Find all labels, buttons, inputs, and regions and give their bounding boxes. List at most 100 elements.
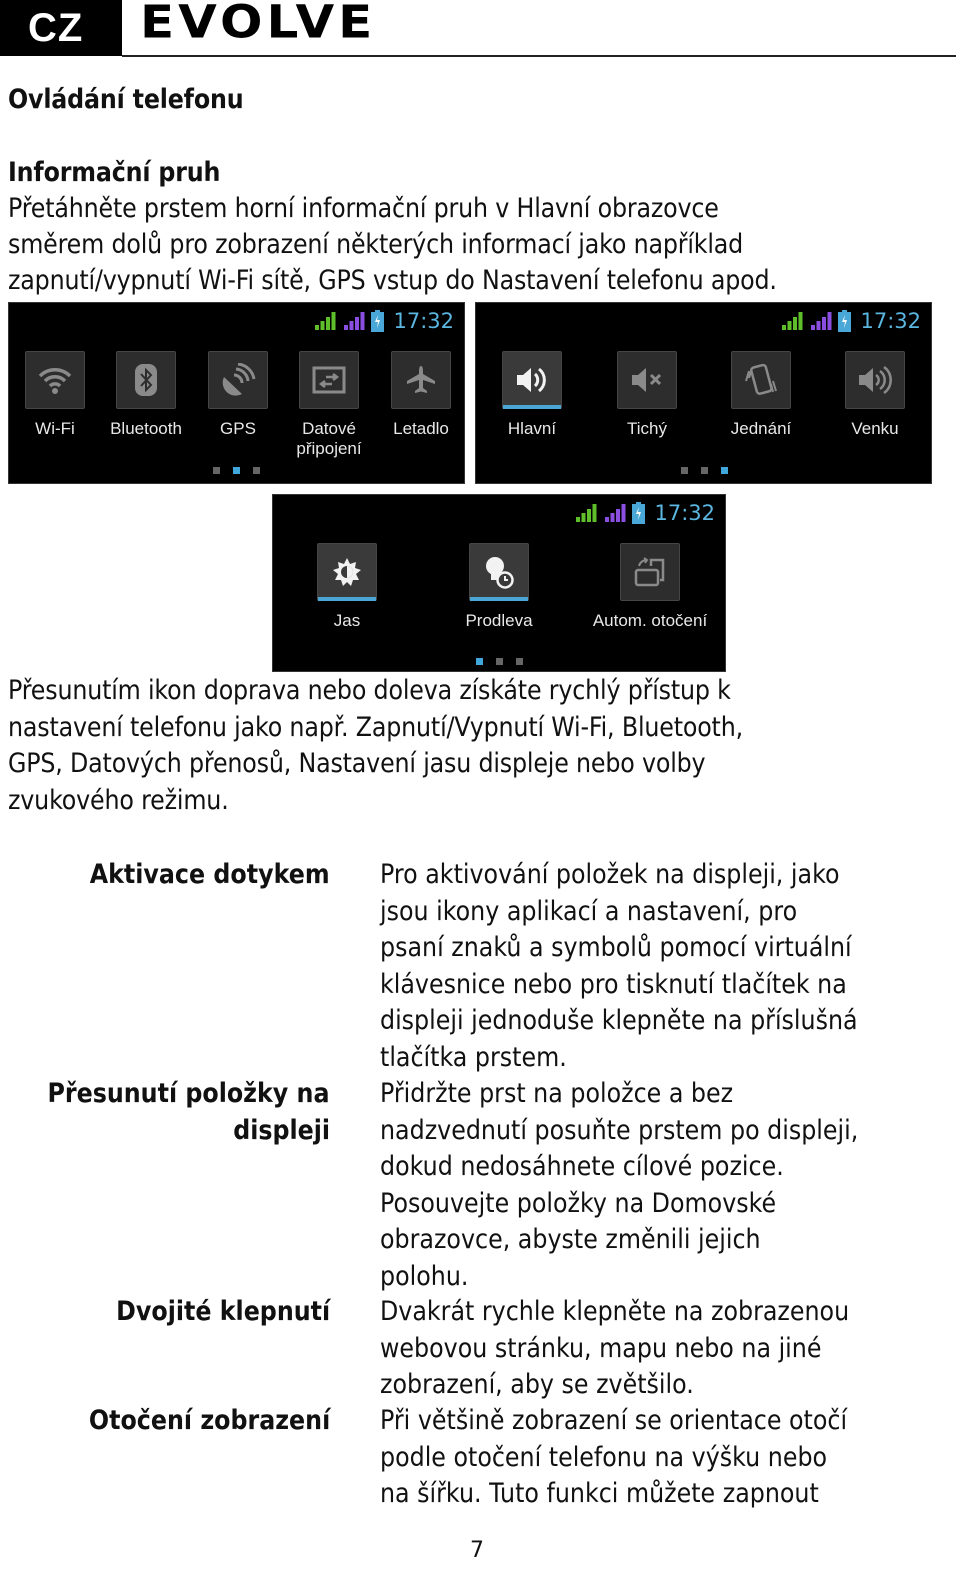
vibrate-icon — [743, 363, 779, 397]
body-line: zvukového režimu. — [8, 785, 229, 816]
page-indicator-dot — [496, 658, 503, 665]
quick-toggle-autom-oto-en-[interactable] — [620, 543, 680, 601]
gesture-description-line: zobrazení, aby se zvětšilo. — [380, 1369, 694, 1400]
quick-toggle-label: Bluetooth — [110, 419, 182, 438]
page-indicator-dot — [253, 467, 260, 474]
gesture-description-line: Při většině zobrazení se orientace otočí — [380, 1405, 848, 1436]
quick-settings-screenshot-display: 17:32 Jas Prodleva Autom. otočení — [272, 494, 726, 672]
section-title: Informační pruh — [8, 157, 221, 188]
battery-charging-icon — [371, 310, 385, 332]
quick-toggle-jedn-n-[interactable] — [731, 351, 791, 409]
page-indicator-dot — [233, 467, 240, 474]
brightness-icon — [332, 557, 362, 587]
outdoor-sound-icon — [857, 365, 893, 395]
page-title: Ovládání telefonu — [8, 84, 244, 115]
intro-line: zapnutí/vypnutí Wi-Fi sítě, GPS vstup do… — [8, 265, 777, 296]
quick-toggle-label: Venku — [851, 419, 899, 438]
quick-toggle-tich-[interactable] — [617, 351, 677, 409]
brand-logo: EVOLVE — [140, 0, 377, 49]
page-indicator-dot — [476, 658, 483, 665]
wifi-icon — [37, 364, 73, 396]
signal-icon — [809, 311, 833, 331]
page-indicator-dot — [681, 467, 688, 474]
page-indicator — [476, 658, 523, 665]
quick-toggle-letadlo[interactable] — [391, 351, 451, 409]
gesture-description-line: podle otočení telefonu na výšku nebo — [380, 1441, 828, 1473]
page-indicator — [213, 467, 260, 474]
language-badge: CZ — [0, 0, 122, 56]
page-indicator-dot — [701, 467, 708, 474]
gesture-description-line: webovou stránku, mapu nebo na jiné — [380, 1332, 822, 1364]
status-time: 17:32 — [654, 501, 715, 525]
gesture-description-line: nadzvednutí posuňte prstem po displeji, — [380, 1114, 859, 1146]
gesture-term: Aktivace dotykem — [90, 859, 330, 890]
quick-toggle-prodleva[interactable] — [469, 543, 529, 601]
quick-toggle-label: Hlavní — [507, 419, 557, 438]
gesture-description-line: tlačítka prstem. — [380, 1041, 567, 1073]
signal-icon — [780, 311, 804, 331]
page-indicator — [681, 467, 728, 474]
quick-toggle-label: Prodleva — [465, 611, 533, 630]
quick-toggle-wi-fi[interactable] — [25, 351, 85, 409]
bluetooth-icon — [134, 363, 158, 397]
quick-settings-screenshot-connectivity: 17:32 Wi-Fi Bluetooth GPS Datové připojen… — [8, 302, 465, 484]
quick-toggle-label: Datové připojení — [296, 419, 362, 458]
page-indicator-dot — [213, 467, 220, 474]
gesture-description-line: Pro aktivování položek na displeji, jako — [380, 859, 840, 890]
quick-toggle-venku[interactable] — [845, 351, 905, 409]
quick-toggle-label: GPS — [220, 419, 256, 438]
quick-toggle-gps[interactable] — [208, 351, 268, 409]
gesture-term: Dvojité klepnutí — [116, 1296, 330, 1327]
gps-icon — [220, 363, 256, 397]
gesture-description-line: na šířku. Tuto funkci můžete zapnout — [380, 1478, 819, 1509]
gesture-term: displeji — [233, 1114, 330, 1146]
quick-toggle-jas[interactable] — [317, 543, 377, 601]
quick-toggle-label: Letadlo — [393, 419, 449, 438]
page-indicator-dot — [721, 467, 728, 474]
body-line: Přesunutím ikon doprava nebo doleva získ… — [8, 675, 731, 706]
data-connection-icon — [312, 366, 346, 394]
quick-settings-screenshot-sound-profiles: 17:32 Hlavní Tichý Jednání Venku — [475, 302, 932, 484]
gesture-term: Přesunutí položky na — [47, 1078, 330, 1109]
gesture-description-line: dokud nedosáhnete cílové pozice. — [380, 1151, 784, 1182]
quick-toggle-label: Jas — [333, 611, 361, 630]
signal-icon — [603, 503, 627, 523]
gesture-description-line: jsou ikony aplikací a nastavení, pro — [380, 895, 798, 927]
battery-charging-icon — [632, 502, 646, 524]
quick-toggle-label: Wi-Fi — [35, 419, 75, 438]
timeout-icon — [483, 555, 515, 589]
quick-toggle-hlavn-[interactable] — [502, 351, 562, 409]
gesture-description-line: polohu. — [380, 1260, 469, 1292]
status-bar: 17:32 — [780, 309, 921, 333]
page-header: CZ EVOLVE — [0, 0, 960, 58]
gesture-description-line: Posouvejte položky na Domovské — [380, 1187, 777, 1219]
signal-icon — [574, 503, 598, 523]
header-divider — [122, 55, 956, 57]
quick-toggle-bluetooth[interactable] — [116, 351, 176, 409]
signal-icon — [342, 311, 366, 331]
intro-line: Přetáhněte prstem horní informační pruh … — [8, 193, 719, 224]
quick-toggle-label: Autom. otočení — [592, 611, 708, 630]
page-indicator-dot — [516, 658, 523, 665]
gesture-description-line: Přidržte prst na položce a bez — [380, 1078, 734, 1109]
gesture-description-line: klávesnice nebo pro tisknutí tlačítek na — [380, 968, 847, 1000]
gesture-term: Otočení zobrazení — [88, 1405, 330, 1436]
intro-line: směrem dolů pro zobrazení některých info… — [8, 229, 744, 260]
gesture-description-line: Dvakrát rychle klepněte na zobrazenou — [380, 1296, 850, 1327]
quick-toggle-label: Tichý — [627, 419, 667, 438]
gesture-description-line: psaní znaků a symbolů pomocí virtuální — [380, 932, 852, 963]
status-time: 17:32 — [393, 309, 454, 333]
airplane-icon — [405, 364, 437, 396]
quick-toggle-label: Jednání — [730, 419, 792, 438]
mute-icon — [630, 365, 664, 395]
quick-toggle-datov-[interactable] — [299, 351, 359, 409]
battery-charging-icon — [838, 310, 852, 332]
body-line: nastavení telefonu jako např. Zapnutí/Vy… — [8, 712, 743, 743]
gesture-description-line: displeji jednoduše klepněte na příslušná — [380, 1005, 858, 1036]
status-bar: 17:32 — [313, 309, 454, 333]
sound-on-icon — [515, 365, 549, 395]
gesture-description-line: obrazovce, abyste změnili jejich — [380, 1224, 761, 1255]
status-bar: 17:32 — [574, 501, 715, 525]
auto-rotate-icon — [633, 556, 667, 588]
signal-icon — [313, 311, 337, 331]
